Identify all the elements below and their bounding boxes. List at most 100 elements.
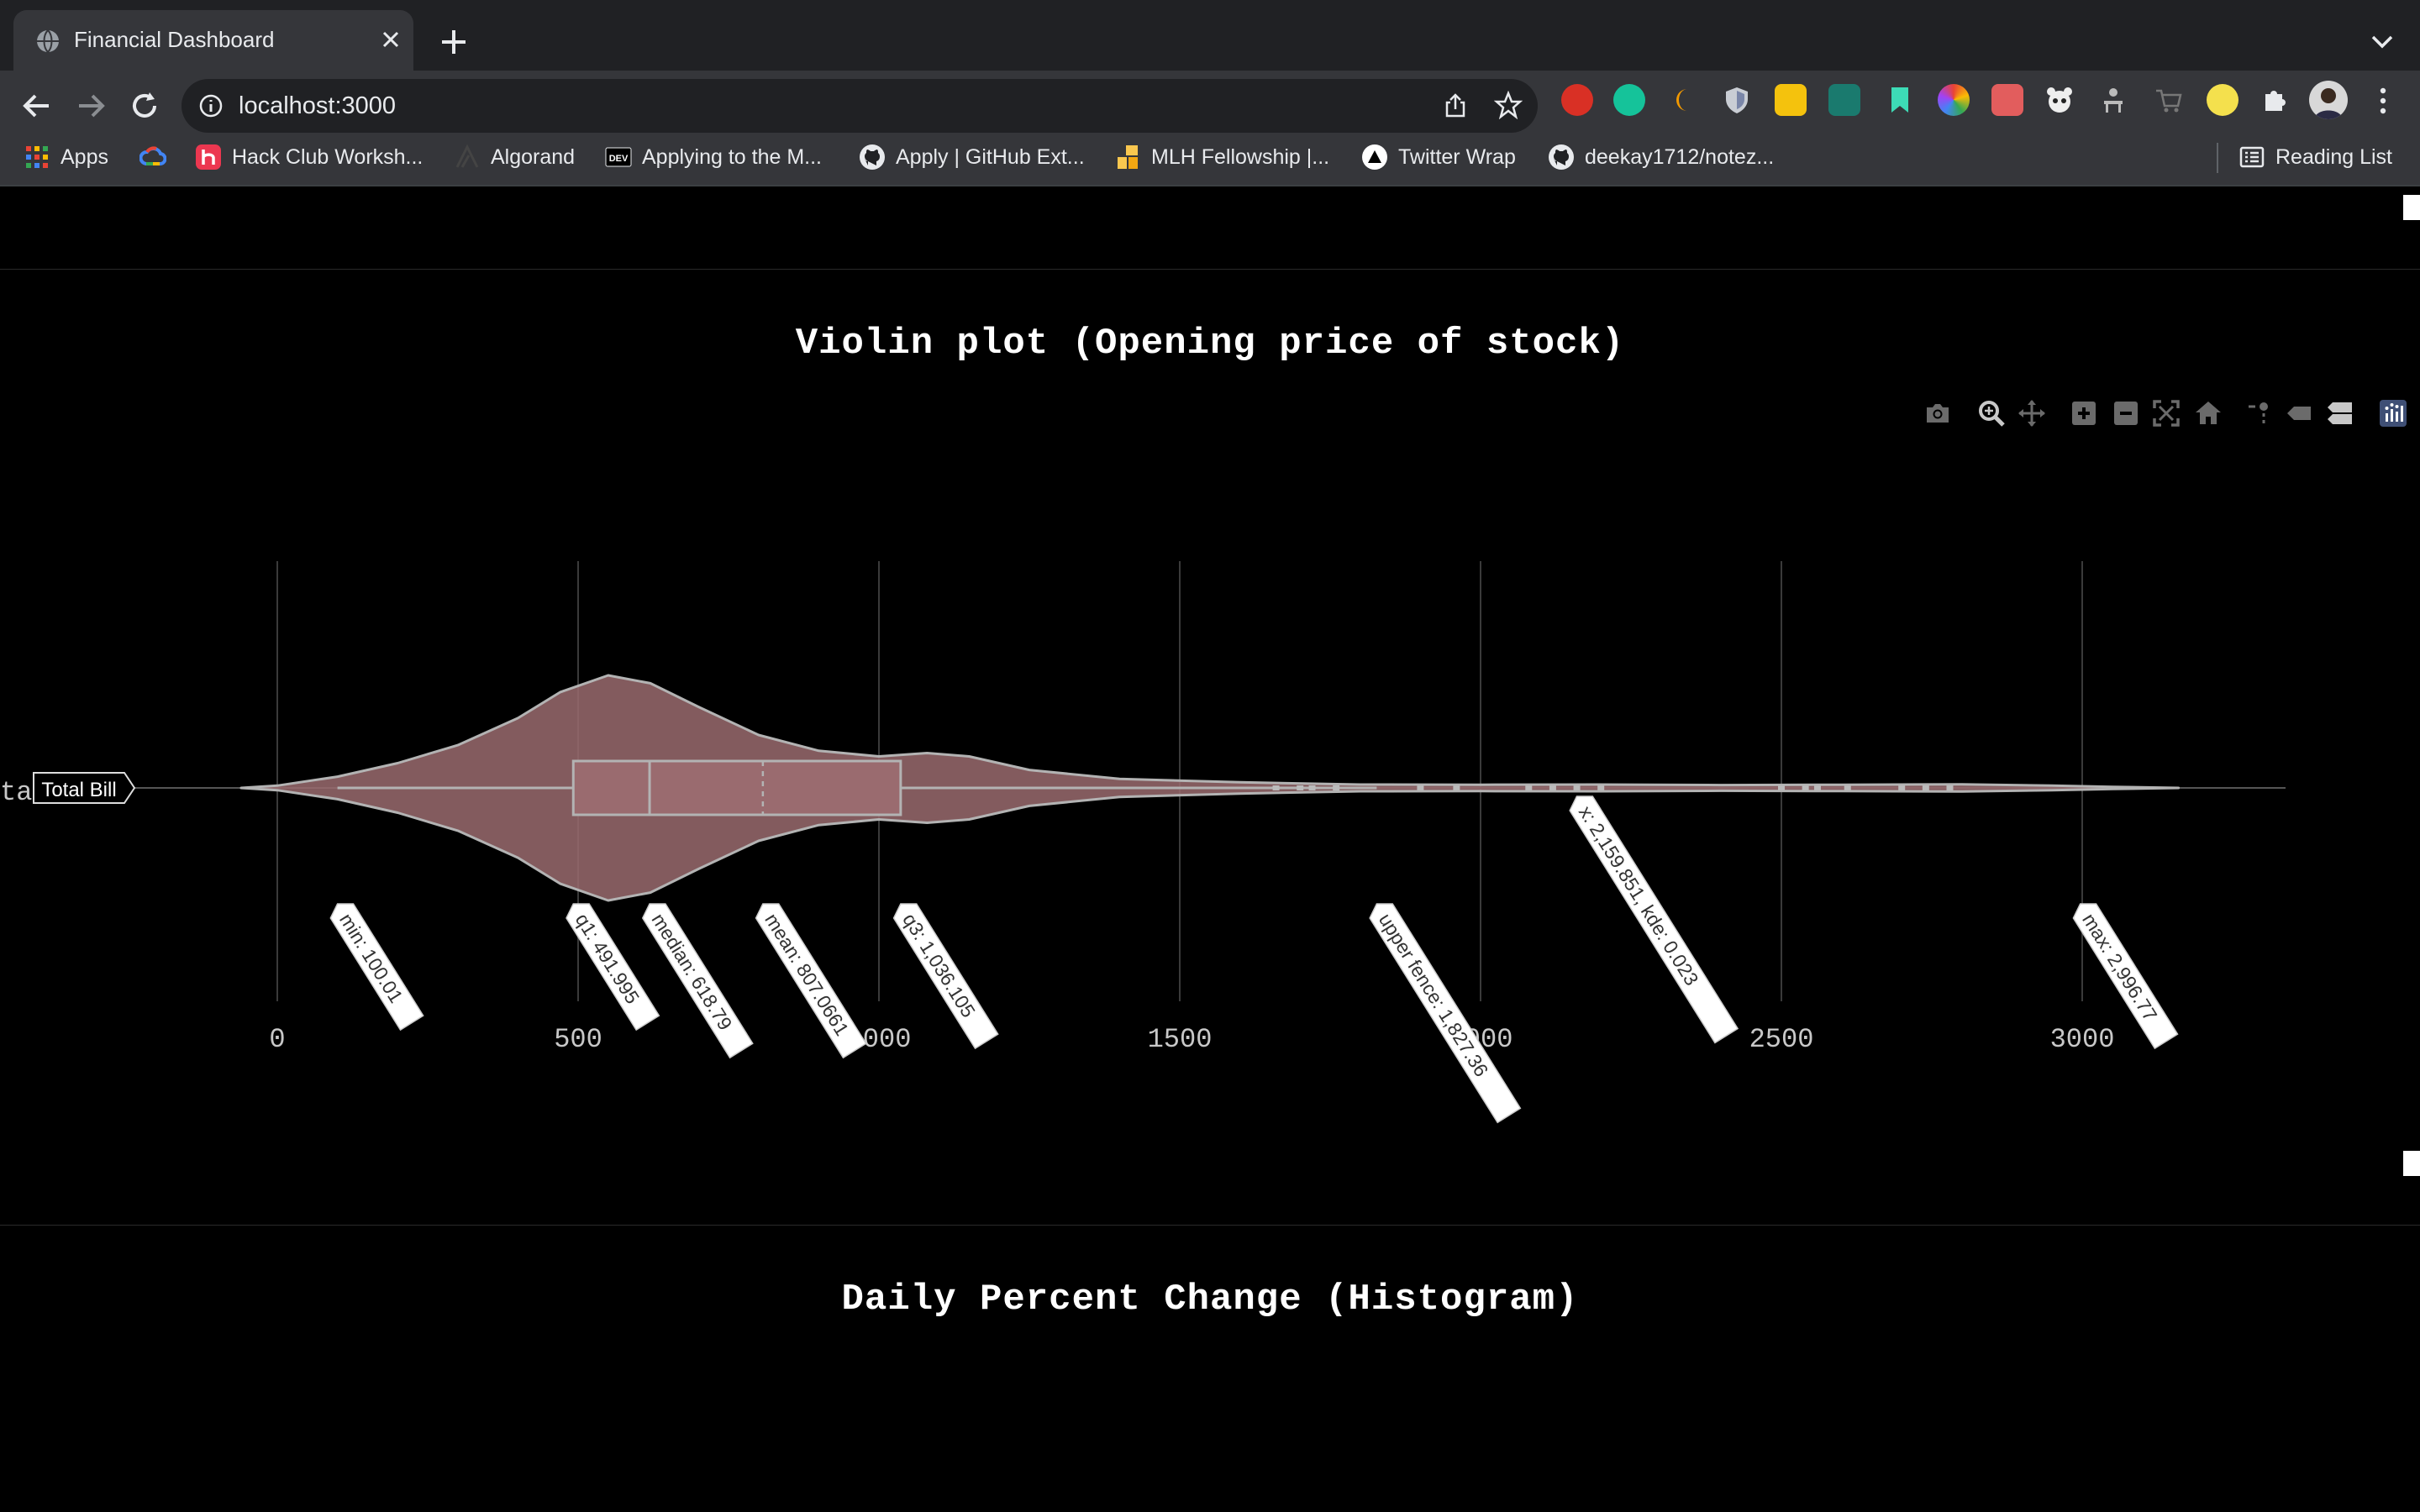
forward-arrow-icon[interactable] <box>72 87 109 124</box>
x-tick-label: 1500 <box>1148 1024 1213 1055</box>
outlier-point <box>1802 785 1809 790</box>
person-desk-extension-icon[interactable] <box>2097 84 2129 116</box>
google-cloud-icon <box>139 146 166 165</box>
outlier-point <box>1297 785 1304 790</box>
meet-extension-icon[interactable] <box>1828 84 1860 116</box>
new-tab-icon[interactable] <box>439 27 469 57</box>
hover-label-text: x: 2,159.851, kde: 0.023 <box>1575 802 1703 990</box>
x-tick-label: 3000 <box>2050 1024 2115 1055</box>
bookmark-label: deekay1712/notez... <box>1585 144 1775 169</box>
bookmark-google-cloud[interactable] <box>139 139 166 176</box>
reading-list-button[interactable]: Reading List <box>2238 139 2392 176</box>
bookmark-twitter-wrap[interactable]: Twitter Wrap <box>1361 139 1516 176</box>
bookmark-hackclub[interactable]: Hack Club Worksh... <box>195 139 423 176</box>
outlier-point <box>1549 785 1556 790</box>
bookmark-label: Algorand <box>491 144 576 169</box>
bookmark-star-icon[interactable] <box>1494 91 1523 119</box>
cart-extension-icon[interactable] <box>2153 84 2185 116</box>
globe-icon <box>37 29 59 53</box>
hover-label-text: min: 100.01 <box>335 910 408 1007</box>
violin-trace[interactable] <box>239 674 2181 902</box>
share-icon[interactable] <box>1442 92 1469 119</box>
outlier-point <box>1308 785 1316 790</box>
x-tick-label: 0 <box>269 1024 285 1055</box>
outlier-point <box>1453 785 1460 790</box>
outlier-point <box>1922 785 1929 790</box>
close-tab-icon[interactable] <box>378 27 403 52</box>
profile-avatar[interactable] <box>2309 81 2348 119</box>
x-tick-label: 500 <box>554 1024 602 1055</box>
outlier-point <box>1525 785 1533 790</box>
outlier-point <box>1778 785 1785 790</box>
mlh-icon <box>1118 145 1138 169</box>
hover-label: mean: 807.0661 <box>755 903 867 1059</box>
chevron-down-icon[interactable] <box>2370 32 2395 52</box>
url-text: localhost:3000 <box>239 92 397 119</box>
hover-label-text: median: 618.79 <box>648 910 737 1034</box>
apps-grid-icon <box>26 146 48 168</box>
outlier-point <box>1844 785 1851 790</box>
violin-chart[interactable]: 0 500 1000 1500 2000 2500 3000 ta Total Bill mi… <box>0 186 2420 1295</box>
bookmark-label: Twitter Wrap <box>1398 144 1516 169</box>
outlier-point <box>1417 785 1424 790</box>
adblock-extension-icon[interactable] <box>1561 84 1593 116</box>
hover-label: min: 100.01 <box>329 903 424 1032</box>
hover-label-text: mean: 807.0661 <box>760 910 853 1040</box>
browser-tab[interactable]: Financial Dashboard <box>13 10 413 71</box>
triangle-icon <box>1362 144 1387 170</box>
outlier-point <box>1272 785 1280 790</box>
outlier-point <box>1946 785 1954 790</box>
dev-icon: DEV <box>605 147 632 167</box>
bookmark-dev[interactable]: DEV Applying to the M... <box>605 139 822 176</box>
reading-list-icon <box>2239 146 2265 168</box>
outlier-point <box>1813 785 1821 790</box>
bookmark-apps[interactable]: Apps <box>24 139 108 176</box>
yellow-circle-extension-icon[interactable] <box>2207 84 2238 116</box>
bookmark-github-notez[interactable]: deekay1712/notez... <box>1548 139 1774 176</box>
hover-label-text: q3: 1,036.105 <box>898 910 980 1021</box>
info-icon[interactable] <box>198 93 224 118</box>
puzzle-red-extension-icon[interactable] <box>1991 84 2023 116</box>
bookmark-github-ext[interactable]: Apply | GitHub Ext... <box>859 139 1085 176</box>
back-arrow-icon[interactable] <box>18 87 55 124</box>
outlier-point <box>1573 785 1581 790</box>
kebab-menu-icon[interactable] <box>2373 86 2393 116</box>
outlier-point <box>1597 785 1605 790</box>
x-axis-ticks: 0 500 1000 1500 2000 2500 3000 <box>269 1024 2114 1055</box>
address-bar[interactable]: localhost:3000 <box>182 79 1538 133</box>
hover-label: upper fence: 1,827.36 <box>1369 903 1522 1124</box>
outlier-point <box>1333 785 1340 790</box>
shield-extension-icon[interactable] <box>1721 84 1753 116</box>
bookmark-mlh[interactable]: MLH Fellowship |... <box>1114 139 1329 176</box>
tab-title: Financial Dashboard <box>74 27 275 52</box>
github-icon <box>1549 144 1574 170</box>
bookmark-label: MLH Fellowship |... <box>1151 144 1330 169</box>
bookmark-extension-icon[interactable] <box>1884 84 1916 116</box>
reload-icon[interactable] <box>126 87 163 124</box>
reading-list-label: Reading List <box>2275 144 2392 169</box>
y-axis-label-fragment: ta <box>0 777 32 808</box>
algorand-icon <box>455 144 479 168</box>
hackclub-icon <box>196 144 221 170</box>
github-icon <box>860 144 885 170</box>
hover-label: x: 2,159.851, kde: 0.023 <box>1569 795 1739 1044</box>
extensions-puzzle-icon[interactable] <box>2259 84 2291 116</box>
bookmark-algorand[interactable]: Algorand <box>454 139 575 176</box>
svg-text:DEV: DEV <box>609 154 629 164</box>
x-tick-label: 2500 <box>1749 1024 1814 1055</box>
hover-label-text: upper fence: 1,827.36 <box>1375 910 1493 1081</box>
outlier-point <box>1898 785 1906 790</box>
bookmarks-divider <box>2217 143 2218 173</box>
grammarly-extension-icon[interactable] <box>1613 84 1645 116</box>
trace-name-label: ta Total Bill <box>0 772 136 808</box>
hover-label-text: q1: 491.995 <box>571 910 644 1008</box>
color-wheel-extension-icon[interactable] <box>1938 84 1970 116</box>
s-extension-icon[interactable] <box>1775 84 1807 116</box>
hover-label-text: max: 2,996.77 <box>2078 910 2161 1025</box>
iqr-box[interactable] <box>571 759 902 816</box>
bookmark-label: Apply | GitHub Ext... <box>896 144 1085 169</box>
bookmark-label: Apps <box>60 144 108 169</box>
crescent-extension-icon[interactable] <box>1669 84 1701 116</box>
bookmark-label: Hack Club Worksh... <box>232 144 424 169</box>
panda-extension-icon[interactable] <box>2044 84 2075 116</box>
